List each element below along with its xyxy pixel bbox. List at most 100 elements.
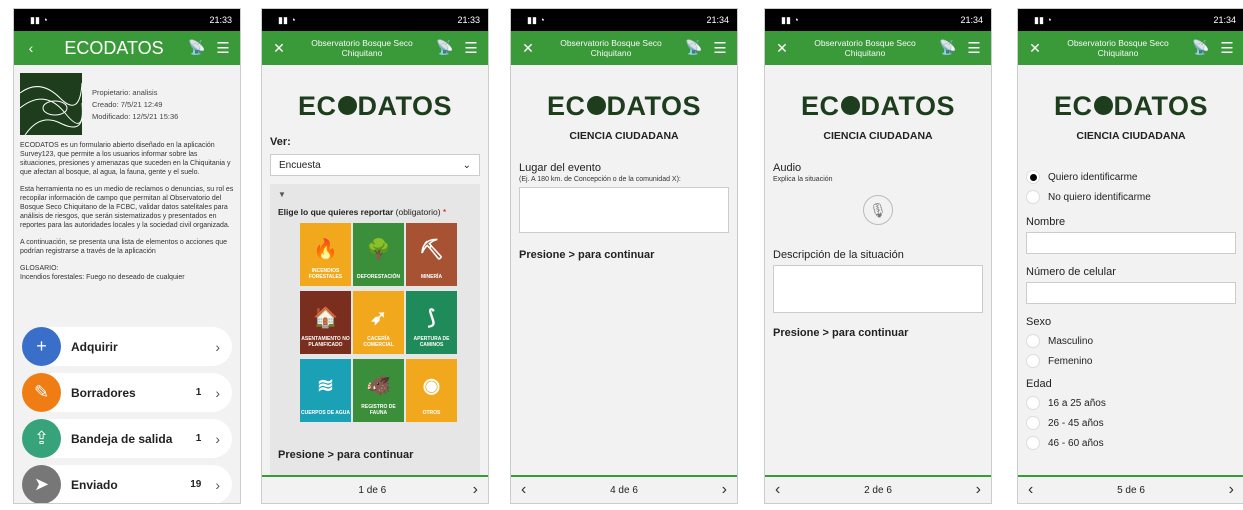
name-label: Nombre (1026, 216, 1066, 228)
tile-mineria[interactable]: ⛏ MINERÍA (406, 223, 457, 286)
logo-part-1: EC (546, 91, 586, 121)
logo-part-1: EC (297, 91, 337, 121)
ecodatos-logo: EC DATOS (1018, 91, 1243, 122)
radio-identify[interactable]: Quiero identificarme (1026, 170, 1236, 184)
close-icon[interactable]: ✕ (270, 40, 288, 57)
radio-male[interactable]: Masculino (1026, 334, 1236, 348)
prev-icon[interactable]: ‹ (775, 481, 780, 499)
satellite-icon[interactable]: 📡 (1192, 39, 1210, 57)
citizen-science-heading: CIENCIA CIUDADANA (569, 130, 679, 142)
radio-female-label: Femenino (1048, 355, 1093, 367)
collapse-triangle-icon[interactable]: ▼ (278, 190, 472, 199)
age-label: Edad (1026, 378, 1052, 390)
chevron-right-icon: › (215, 384, 220, 401)
sent-button[interactable]: ➤ Enviado 19 › (22, 465, 232, 503)
tile-deforestacion[interactable]: 🌳 DEFORESTACIÓN (353, 223, 404, 286)
radio-female[interactable]: Femenino (1026, 354, 1236, 368)
chevron-right-icon: › (215, 338, 220, 355)
close-icon[interactable]: ✕ (519, 40, 537, 57)
event-location-label: Lugar del evento (519, 162, 601, 174)
radio-anonymous-label: No quiero identificarme (1048, 191, 1151, 203)
view-select[interactable]: Encuesta ⌄ (270, 154, 480, 176)
prev-icon[interactable]: ‹ (521, 481, 526, 499)
app-title: Observatorio Bosque Seco Chiquitano (814, 38, 916, 58)
outbox-count: 1 (195, 433, 202, 444)
menu-icon[interactable]: ☰ (214, 39, 232, 57)
radio-male-label: Masculino (1048, 335, 1094, 347)
pencil-icon: ✎ (22, 373, 61, 412)
next-icon[interactable]: › (976, 481, 981, 499)
close-icon[interactable]: ✕ (1026, 40, 1044, 57)
phone-number-input[interactable] (1026, 282, 1236, 304)
logo-part-2: DATOS (860, 91, 956, 121)
page-indicator: 2 de 6 (864, 484, 892, 496)
radio-empty-icon (1026, 416, 1040, 430)
radio-age-1-label: 16 a 25 años (1048, 397, 1106, 409)
tile-label: CACERÍA COMERCIAL (363, 336, 394, 348)
status-time: 21:34 (706, 15, 729, 25)
next-icon[interactable]: › (473, 481, 478, 499)
signal-icon: ▮▮ ◔ (1034, 14, 1052, 25)
logo-tree-icon (1093, 96, 1113, 116)
next-icon[interactable]: › (722, 481, 727, 499)
app-title: Observatorio Bosque Seco Chiquitano (1067, 38, 1169, 58)
close-icon[interactable]: ✕ (773, 40, 791, 57)
name-input[interactable] (1026, 232, 1236, 254)
citizen-science-heading: CIENCIA CIUDADANA (823, 130, 933, 142)
menu-icon[interactable]: ☰ (462, 39, 480, 57)
radio-anonymous[interactable]: No quiero identificarme (1026, 190, 1236, 204)
outbox-button[interactable]: ⇪ Bandeja de salida 1 › (22, 419, 232, 458)
logo-part-2: DATOS (606, 91, 702, 121)
phone-4: ▮▮ ◔ 21:34 ✕ Observatorio Bosque Seco Chi… (764, 8, 992, 504)
satellite-icon[interactable]: 📡 (685, 39, 703, 57)
phone-3: ▮▮ ◔ 21:34 ✕ Observatorio Bosque Seco Chi… (510, 8, 738, 504)
tile-grid: 🔥 INCENDIOS FORESTALES 🌳 DEFORESTACIÓN ⛏ MI… (300, 223, 457, 430)
page-footer: ‹ 5 de 6 › (1018, 475, 1243, 503)
continue-text: Presione > para continuar (773, 327, 909, 339)
menu-icon[interactable]: ☰ (1218, 39, 1236, 57)
app-bar: ✕ Observatorio Bosque Seco Chiquitano 📡 ☰ (511, 31, 737, 65)
phone-1: ▮▮ ◔ 21:33 ‹ ECODATOS 📡 ☰ Propietario: ana… (13, 8, 241, 504)
radio-identify-label: Quiero identificarme (1048, 171, 1138, 183)
prev-icon[interactable]: ‹ (1028, 481, 1033, 499)
microphone-icon[interactable]: 🎙 (863, 195, 893, 225)
page-footer: ‹ 2 de 6 › (765, 475, 991, 503)
send-icon: ➤ (22, 465, 61, 503)
satellite-icon[interactable]: 📡 (939, 39, 957, 57)
tile-label: REGISTRO DE FAUNA (361, 404, 396, 416)
radio-empty-icon (1026, 436, 1040, 450)
drafts-button[interactable]: ✎ Borradores 1 › (22, 373, 232, 412)
collect-label: Adquirir (71, 339, 118, 354)
signal-icon: ▮▮ ◔ (278, 14, 296, 25)
collect-button[interactable]: + Adquirir › (22, 327, 232, 366)
back-icon[interactable]: ‹ (22, 40, 40, 56)
tile-incendios[interactable]: 🔥 INCENDIOS FORESTALES (300, 223, 351, 286)
radio-age-2[interactable]: 26 - 45 años (1026, 416, 1236, 430)
radio-age-3[interactable]: 46 - 60 años (1026, 436, 1236, 450)
satellite-icon[interactable]: 📡 (188, 39, 206, 57)
logo-part-2: DATOS (1113, 91, 1209, 121)
menu-icon[interactable]: ☰ (711, 39, 729, 57)
description-input[interactable] (773, 265, 983, 313)
modified-text: Modificado: 12/5/21 15:36 (92, 112, 179, 121)
tile-fauna[interactable]: 🐗 REGISTRO DE FAUNA (353, 359, 404, 422)
tile-asentamiento[interactable]: 🏠 ASENTAMIENTO NO PLANIFICADO (300, 291, 351, 354)
event-location-hint: (Ej. A 180 km. de Concepción o de la com… (519, 176, 681, 183)
page-indicator: 5 de 6 (1117, 484, 1145, 496)
view-label: Ver: (270, 136, 291, 148)
app-bar: ✕ Observatorio Bosque Seco Chiquitano 📡 ☰ (262, 31, 488, 65)
topo-map-icon (20, 82, 82, 135)
tile-caminos[interactable]: ⟆ APERTURA DE CAMINOS (406, 291, 457, 354)
drafts-label: Borradores (71, 385, 136, 400)
page-footer: 1 de 6 › (262, 475, 488, 503)
next-icon[interactable]: › (1229, 481, 1234, 499)
event-location-input[interactable] (519, 187, 729, 233)
logo-tree-icon (840, 96, 860, 116)
tile-otros[interactable]: ◉ OTROS (406, 359, 457, 422)
menu-icon[interactable]: ☰ (965, 39, 983, 57)
tile-caceria[interactable]: ➶ CACERÍA COMERCIAL (353, 291, 404, 354)
radio-age-1[interactable]: 16 a 25 años (1026, 396, 1236, 410)
tile-agua[interactable]: ≋ CUERPOS DE AGUA (300, 359, 351, 422)
satellite-icon[interactable]: 📡 (436, 39, 454, 57)
desc-para-4: GLOSARIO: (20, 265, 59, 272)
